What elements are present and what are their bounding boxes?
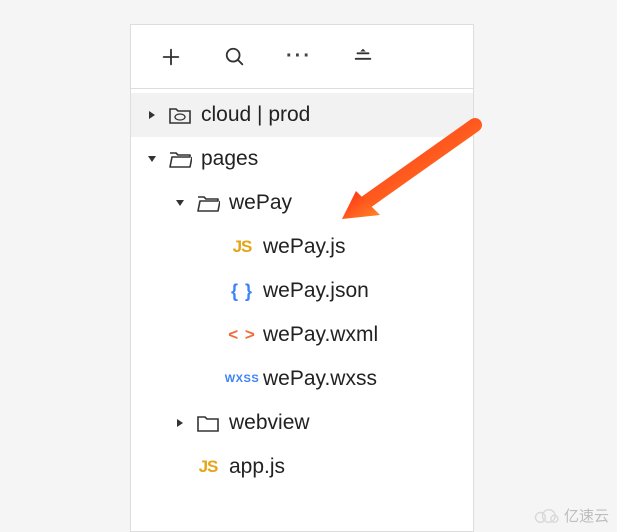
more-button[interactable]: ··· xyxy=(267,25,331,89)
folder-open-icon xyxy=(165,149,195,169)
caret-down-icon xyxy=(171,198,189,208)
folder-label: cloud | prod xyxy=(201,103,310,127)
search-button[interactable] xyxy=(203,25,267,89)
collapse-icon xyxy=(352,46,374,68)
file-label: wePay.json xyxy=(263,279,369,303)
file-label: wePay.js xyxy=(263,235,345,259)
tree-folder-pages[interactable]: pages xyxy=(131,137,473,181)
watermark-cloud-icon xyxy=(532,507,560,525)
js-file-icon: JS xyxy=(227,237,257,257)
folder-label: wePay xyxy=(229,191,292,215)
tree-file-wepay-wxss[interactable]: WXSS wePay.wxss xyxy=(131,357,473,401)
tree-file-wepay-json[interactable]: { } wePay.json xyxy=(131,269,473,313)
file-label: wePay.wxml xyxy=(263,323,378,347)
caret-right-icon xyxy=(171,418,189,428)
watermark: 亿速云 xyxy=(532,505,609,526)
tree-folder-wepay[interactable]: wePay xyxy=(131,181,473,225)
collapse-button[interactable] xyxy=(331,25,395,89)
file-tree: cloud | prod pages wePay JS wePay.j xyxy=(131,89,473,489)
file-label: app.js xyxy=(229,455,285,479)
more-icon: ··· xyxy=(286,45,312,68)
tree-file-wepay-js[interactable]: JS wePay.js xyxy=(131,225,473,269)
cloud-folder-icon xyxy=(165,105,195,125)
wxss-file-icon: WXSS xyxy=(227,373,257,385)
js-file-icon: JS xyxy=(193,457,223,477)
add-button[interactable] xyxy=(139,25,203,89)
json-file-icon: { } xyxy=(227,281,257,302)
plus-icon xyxy=(160,46,182,68)
caret-right-icon xyxy=(143,110,161,120)
folder-label: pages xyxy=(201,147,258,171)
watermark-text: 亿速云 xyxy=(564,505,609,526)
caret-down-icon xyxy=(143,154,161,164)
search-icon xyxy=(224,46,246,68)
wxml-file-icon: < > xyxy=(227,325,257,345)
toolbar: ··· xyxy=(131,25,473,89)
folder-open-icon xyxy=(193,193,223,213)
tree-file-wepay-wxml[interactable]: < > wePay.wxml xyxy=(131,313,473,357)
tree-file-app-js[interactable]: JS app.js xyxy=(131,445,473,489)
tree-folder-webview[interactable]: webview xyxy=(131,401,473,445)
tree-folder-cloud[interactable]: cloud | prod xyxy=(131,93,473,137)
file-explorer-panel: ··· cloud | prod pages xyxy=(130,24,474,532)
folder-label: webview xyxy=(229,411,310,435)
folder-icon xyxy=(193,413,223,433)
file-label: wePay.wxss xyxy=(263,367,377,391)
